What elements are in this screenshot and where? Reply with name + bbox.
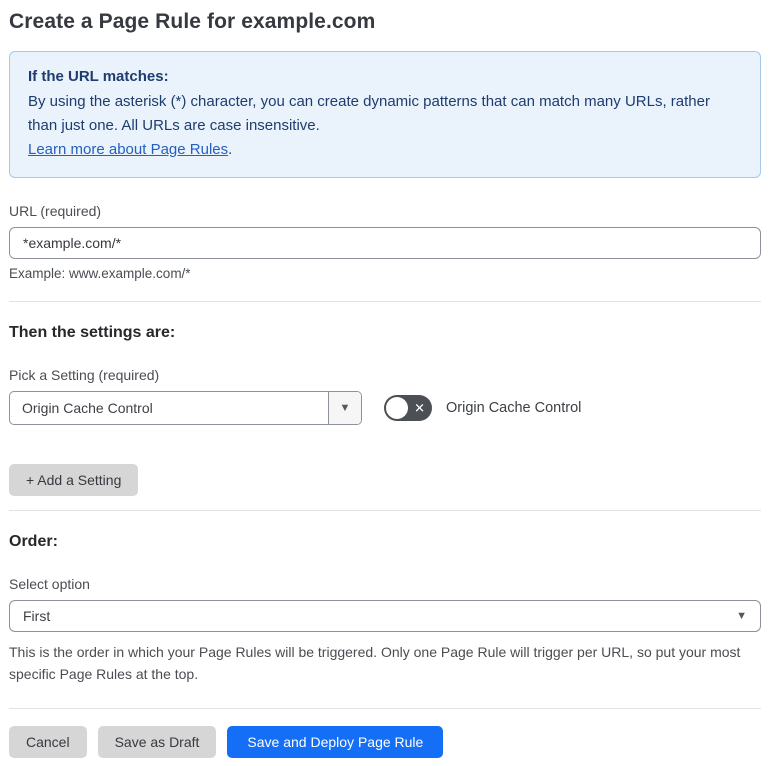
url-example-helper: Example: www.example.com/* [9,266,191,281]
learn-more-link[interactable]: Learn more about Page Rules [28,141,228,158]
toggle-knob [386,397,408,419]
order-select-value: First [23,608,51,624]
settings-heading: Then the settings are: [9,324,176,341]
cancel-button[interactable]: Cancel [9,726,87,758]
order-select-label: Select option [9,576,90,592]
setting-row: Origin Cache Control ▼ ✕ Origin Cache Co… [9,391,761,425]
save-draft-button[interactable]: Save as Draft [97,726,217,758]
url-input[interactable] [9,227,761,259]
order-helper-text: This is the order in which your Page Rul… [9,644,741,682]
chevron-down-icon: ▼ [736,609,747,622]
divider [9,301,761,302]
setting-select-caret-button[interactable]: ▼ [328,392,361,424]
page-rule-form: Create a Page Rule for example.com If th… [0,0,770,766]
setting-toggle-label: Origin Cache Control [446,400,582,416]
toggle-off-x-icon: ✕ [414,400,425,416]
setting-select[interactable]: Origin Cache Control ▼ [9,391,362,425]
pick-setting-label: Pick a Setting (required) [9,367,160,383]
setting-toggle[interactable]: ✕ [384,395,432,421]
info-heading: If the URL matches: [28,68,169,85]
chevron-down-icon: ▼ [339,401,351,414]
page-title: Create a Page Rule for example.com [9,10,376,33]
divider [9,510,761,511]
order-select[interactable]: First ▼ [9,600,761,632]
info-box: If the URL matches: By using the asteris… [9,51,761,178]
order-heading: Order: [9,533,58,550]
link-suffix: . [228,141,233,158]
save-deploy-button[interactable]: Save and Deploy Page Rule [227,726,444,758]
info-link-line: Learn more about Page Rules. [28,138,742,162]
url-label: URL (required) [9,203,102,219]
divider [9,708,761,709]
setting-select-value: Origin Cache Control [22,400,153,416]
add-setting-button[interactable]: + Add a Setting [9,464,139,496]
footer-actions: Cancel Save as Draft Save and Deploy Pag… [9,726,761,758]
info-body: By using the asterisk (*) character, you… [28,93,710,134]
